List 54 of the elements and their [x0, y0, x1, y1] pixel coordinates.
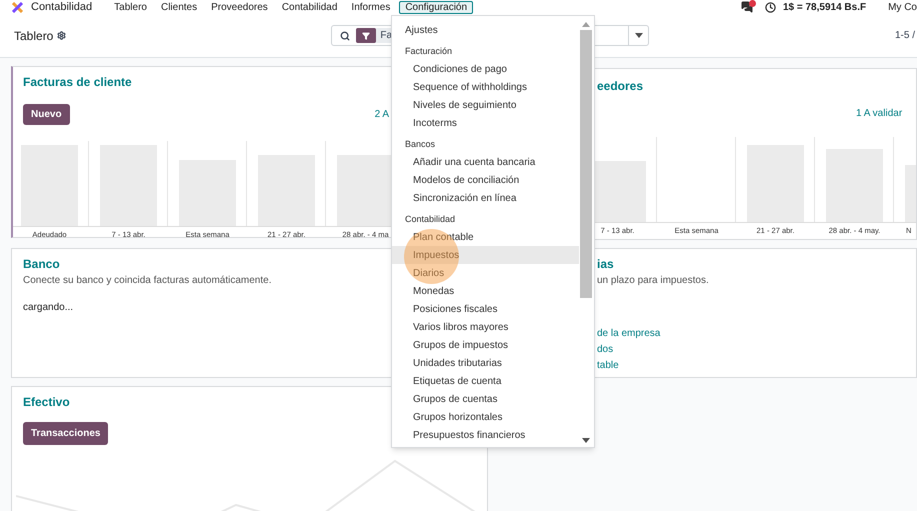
card-description: un plazo para impuestos. — [597, 274, 710, 288]
dropdown-caret-icon[interactable] — [634, 33, 643, 38]
menu-item[interactable]: Condiciones de pago — [392, 60, 579, 78]
chart-bar — [178, 160, 236, 226]
menu-item[interactable]: Modelos de conciliación — [392, 171, 579, 189]
card-link[interactable]: de la empresa — [597, 327, 916, 340]
transactions-button[interactable]: Transacciones — [23, 422, 108, 445]
status-link[interactable]: 2 A — [374, 107, 390, 122]
card-description: Conecte su banco y coincida facturas automáticamente. — [23, 274, 272, 288]
scroll-up-icon[interactable] — [582, 22, 590, 27]
menu-item[interactable]: Grupos de impuestos — [392, 336, 579, 354]
page-title: Tablero — [14, 28, 54, 44]
exchange-rate: 1$ = 78,5914 Bs.F — [782, 0, 866, 14]
app-name[interactable]: Contabilidad — [31, 0, 92, 16]
menu-item[interactable]: Grupos horizontales — [392, 408, 579, 426]
loading-text: cargando... — [23, 301, 74, 315]
card-title[interactable]: ias — [597, 255, 916, 273]
search-icon[interactable] — [340, 30, 350, 40]
menu-section-header: Contabilidad — [404, 213, 456, 226]
menu-item[interactable]: Presupuestos financieros — [392, 426, 579, 444]
menu-section-header: Facturación — [404, 45, 454, 58]
menu-item[interactable]: Añadir una cuenta bancaria — [392, 153, 579, 171]
menu-tab[interactable]: Clientes — [156, 0, 202, 14]
menu-tab[interactable]: Proveedores — [206, 0, 273, 14]
menu-tab[interactable]: Configuración — [399, 0, 474, 14]
app-logo-icon — [12, 2, 23, 12]
menu-item[interactable]: Sequence of withholdings — [392, 78, 579, 96]
menu-item[interactable]: Varios libros mayores — [392, 318, 579, 336]
menu-tab[interactable]: Tablero — [109, 0, 152, 14]
chart-bar — [336, 155, 394, 226]
menu-item[interactable]: Incoterms — [392, 114, 579, 132]
pager-text: 1-5 / — [894, 29, 915, 43]
company-name[interactable]: My Co — [888, 0, 917, 14]
status-link[interactable]: 1 A validar — [856, 106, 902, 121]
chart-bar — [258, 155, 314, 226]
scroll-down-icon[interactable] — [582, 438, 590, 443]
menu-item[interactable]: Plan contable — [392, 228, 579, 246]
card-link[interactable]: dos — [597, 343, 916, 356]
filter-icon — [362, 32, 370, 40]
menu-item[interactable]: Grupos de cuentas — [392, 390, 579, 408]
chat-icon[interactable] — [740, 1, 753, 13]
menu-item[interactable]: Etiquetas de cuenta — [392, 372, 579, 390]
menu-item[interactable]: Posiciones fiscales — [392, 300, 579, 318]
menu-section-header: Bancos — [404, 138, 436, 152]
menu-item[interactable]: Unidades tributarias — [392, 354, 579, 372]
card-link[interactable]: table — [597, 359, 916, 372]
menu-item[interactable]: Niveles de seguimiento — [392, 96, 579, 114]
new-button[interactable]: Nuevo — [23, 104, 70, 125]
menu-tab[interactable]: Contabilidad — [276, 0, 342, 14]
menu-item[interactable]: Sincronización en línea — [392, 189, 579, 207]
menu-tab[interactable]: Informes — [346, 0, 396, 14]
settings-icon[interactable] — [57, 31, 66, 40]
clock-icon[interactable] — [764, 2, 776, 12]
menu-item[interactable]: Monedas — [392, 282, 579, 300]
